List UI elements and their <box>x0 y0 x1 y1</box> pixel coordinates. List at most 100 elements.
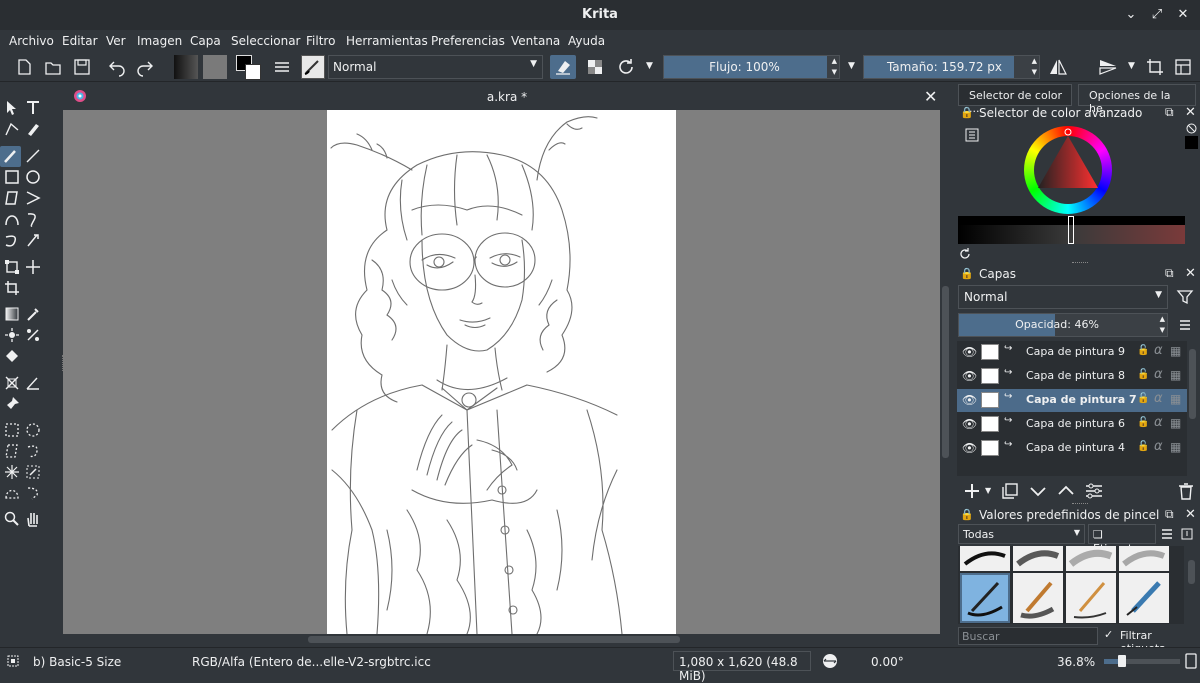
measure-tool-icon[interactable] <box>24 374 42 392</box>
canvas-only-icon[interactable] <box>1172 56 1194 78</box>
layer-blend-mode-select[interactable]: Normal ▼ <box>958 285 1168 309</box>
brush-settings-icon[interactable] <box>271 56 293 78</box>
menu-ayuda[interactable]: Ayuda <box>568 34 605 48</box>
horizontal-scroll-thumb[interactable] <box>308 636 680 643</box>
close-docker-icon[interactable]: ✕ <box>1185 105 1196 120</box>
menu-icon[interactable] <box>1178 318 1192 332</box>
layer-opacity-slider[interactable]: Opacidad: 46% ▲ ▼ <box>958 313 1168 337</box>
zoom-slider[interactable] <box>1104 655 1180 667</box>
fill-tool-icon[interactable] <box>3 347 21 365</box>
preset-ink-1[interactable] <box>960 546 1010 571</box>
status-colorspace[interactable]: RGB/Alfa (Entero de...elle-V2-srgbtrc.ic… <box>192 655 431 669</box>
lock-icon[interactable]: 🔒 <box>960 267 974 280</box>
lock-layer-icon[interactable]: 🔓 <box>1137 345 1149 356</box>
tab-tool-options[interactable]: Opciones de la he... <box>1078 84 1196 115</box>
restore-icon[interactable]: ⤢ <box>1148 6 1166 24</box>
transform-tool-icon[interactable] <box>3 258 21 276</box>
color-settings-icon[interactable] <box>964 127 980 143</box>
gradient-tool-icon[interactable] <box>3 305 21 323</box>
menu-capa[interactable]: Capa <box>190 34 221 48</box>
polyline-tool-icon[interactable] <box>24 189 42 207</box>
rectangle-tool-icon[interactable] <box>3 168 21 186</box>
color-history-bar[interactable] <box>958 216 1185 244</box>
move-layer-down-icon[interactable] <box>1028 481 1048 501</box>
smart-patch-icon[interactable] <box>24 326 42 344</box>
color-wheel[interactable] <box>1024 126 1118 214</box>
preset-filter-select[interactable]: Todas ▼ <box>958 524 1085 544</box>
layer-row[interactable]: 👁 ↪ Capa de pintura 6 🔓 α ▦ <box>957 413 1187 436</box>
layer-name[interactable]: Capa de pintura 8 <box>1026 369 1125 382</box>
layer-name[interactable]: Capa de pintura 6 <box>1026 417 1125 430</box>
docker-splitter[interactable] <box>1072 262 1088 264</box>
list-view-icon[interactable] <box>1160 527 1174 541</box>
rect-select-icon[interactable] <box>3 421 21 439</box>
ellipse-select-icon[interactable] <box>24 421 42 439</box>
alpha-lock-icon[interactable]: α <box>1154 439 1163 454</box>
bezier-select-icon[interactable] <box>3 484 21 502</box>
inherit-alpha-icon[interactable]: ▦ <box>1170 392 1181 406</box>
layer-scroll-thumb[interactable] <box>1189 349 1196 419</box>
alpha-lock-icon[interactable]: α <box>1154 343 1163 358</box>
similar-select-icon[interactable] <box>24 463 42 481</box>
select-shapes-icon[interactable] <box>3 99 21 117</box>
preset-ink-2[interactable] <box>1013 546 1063 571</box>
status-dimensions-box[interactable]: 1,080 x 1,620 (48.8 MiB) <box>673 651 811 683</box>
filter-icon[interactable] <box>1176 288 1194 306</box>
vertical-scrollbar[interactable] <box>940 110 951 634</box>
lock-layer-icon[interactable]: 🔓 <box>1137 393 1149 404</box>
flow-slider[interactable]: Flujo: 100% ▲ ▼ <box>663 55 840 79</box>
preset-basic-5-size[interactable] <box>960 573 1010 623</box>
lock-layer-icon[interactable]: 🔓 <box>1137 441 1149 452</box>
fg-bg-color-icon[interactable] <box>236 55 261 80</box>
preset-pencil[interactable] <box>1119 573 1169 623</box>
lock-layer-icon[interactable]: 🔓 <box>1137 417 1149 428</box>
redo-icon[interactable] <box>134 56 156 78</box>
wrap-around-icon[interactable] <box>1144 56 1166 78</box>
lock-layer-icon[interactable]: 🔓 <box>1137 369 1149 380</box>
gradient-swatch[interactable] <box>174 55 198 79</box>
spin-arrows-icon[interactable]: ▲ ▼ <box>1160 314 1165 336</box>
preset-blender[interactable] <box>1119 546 1169 571</box>
chevron-down-icon[interactable]: ▼ <box>848 61 855 71</box>
delete-layer-icon[interactable] <box>1176 481 1196 501</box>
visibility-eye-icon[interactable]: 👁 <box>962 441 977 455</box>
filter-tag-checkbox[interactable]: ✓ Filtrar etiqueta <box>1104 628 1200 655</box>
polygon-select-icon[interactable] <box>3 442 21 460</box>
alpha-lock-icon[interactable]: α <box>1154 391 1163 406</box>
inherit-alpha-icon[interactable]: ▦ <box>1170 416 1181 430</box>
layer-list-scrollbar[interactable] <box>1187 341 1198 476</box>
float-docker-icon[interactable]: ⧉ <box>1165 266 1174 281</box>
close-docker-icon[interactable]: ✕ <box>1185 266 1196 281</box>
menu-ver[interactable]: Ver <box>106 34 126 48</box>
close-icon[interactable]: ✕ <box>1174 6 1192 24</box>
crop-tool-icon[interactable] <box>3 279 21 297</box>
rotation-icon[interactable] <box>820 653 840 669</box>
pattern-swatch[interactable] <box>203 55 227 79</box>
chevron-down-icon[interactable]: ▼ <box>985 486 991 495</box>
eraser-mode-button[interactable] <box>550 55 576 79</box>
open-folder-icon[interactable] <box>42 56 64 78</box>
float-docker-icon[interactable]: ⧉ <box>1165 105 1174 120</box>
close-document-icon[interactable]: ✕ <box>924 87 937 106</box>
tag-button[interactable]: ❏ Etiqueta <box>1088 524 1156 555</box>
selection-display-icon[interactable] <box>6 654 20 668</box>
preset-search-input[interactable]: Buscar <box>958 627 1098 645</box>
alpha-lock-icon[interactable]: α <box>1154 367 1163 382</box>
inherit-alpha-icon[interactable]: ▦ <box>1170 344 1181 358</box>
line-tool-icon[interactable] <box>24 147 42 165</box>
lock-icon[interactable]: 🔒 <box>960 106 974 119</box>
minimize-icon[interactable]: ⌄ <box>1122 6 1140 24</box>
tab-color-selector[interactable]: Selector de color ... <box>958 84 1072 115</box>
ellipse-tool-icon[interactable] <box>24 168 42 186</box>
magnetic-select-icon[interactable] <box>24 484 42 502</box>
mirror-vertical-icon[interactable] <box>1097 56 1119 78</box>
calligraphy-icon[interactable] <box>24 120 42 138</box>
color-picker-icon[interactable] <box>24 305 42 323</box>
dynamic-brush-icon[interactable] <box>3 231 21 249</box>
contiguous-select-icon[interactable] <box>3 463 21 481</box>
move-layer-up-icon[interactable] <box>1056 481 1076 501</box>
menu-herramientas[interactable]: Herramientas <box>346 34 428 48</box>
vertical-scroll-thumb[interactable] <box>942 286 949 458</box>
no-color-icon[interactable] <box>1186 123 1197 134</box>
layer-row[interactable]: 👁 ↪ Capa de pintura 7 🔓 α ▦ <box>957 389 1187 412</box>
